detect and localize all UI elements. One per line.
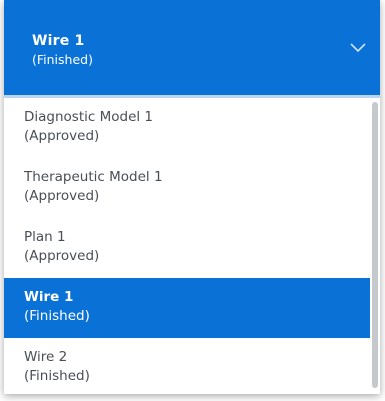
option-status: (Finished) [24, 368, 90, 384]
option-wire-1[interactable]: Wire 1 (Finished) [4, 278, 370, 339]
option-status: (Finished) [24, 308, 90, 324]
option-name: Plan 1 [24, 229, 66, 245]
dropdown-header[interactable]: Wire 1 (Finished) [4, 0, 380, 95]
dropdown-options-list: Diagnostic Model 1 (Approved) Therapeuti… [4, 98, 370, 394]
option-name: Therapeutic Model 1 [24, 169, 163, 185]
option-name: Wire 1 [24, 289, 74, 305]
chevron-down-icon[interactable] [348, 40, 368, 54]
dropdown-panel: Wire 1 (Finished) Diagnostic Model 1 (Ap… [4, 0, 380, 394]
scrollbar-track[interactable] [370, 98, 380, 394]
option-wire-2[interactable]: Wire 2 (Finished) [4, 338, 370, 394]
option-status: (Approved) [24, 188, 100, 204]
option-therapeutic-model-1[interactable]: Therapeutic Model 1 (Approved) [4, 158, 370, 219]
option-plan-1[interactable]: Plan 1 (Approved) [4, 218, 370, 279]
option-name: Wire 2 [24, 349, 68, 365]
option-status: (Approved) [24, 128, 100, 144]
scrollbar-thumb[interactable] [372, 102, 378, 388]
selected-status: (Finished) [32, 52, 93, 67]
option-name: Diagnostic Model 1 [24, 109, 154, 125]
option-diagnostic-model-1[interactable]: Diagnostic Model 1 (Approved) [4, 98, 370, 159]
option-status: (Approved) [24, 248, 100, 264]
selected-title: Wire 1 [32, 33, 85, 49]
